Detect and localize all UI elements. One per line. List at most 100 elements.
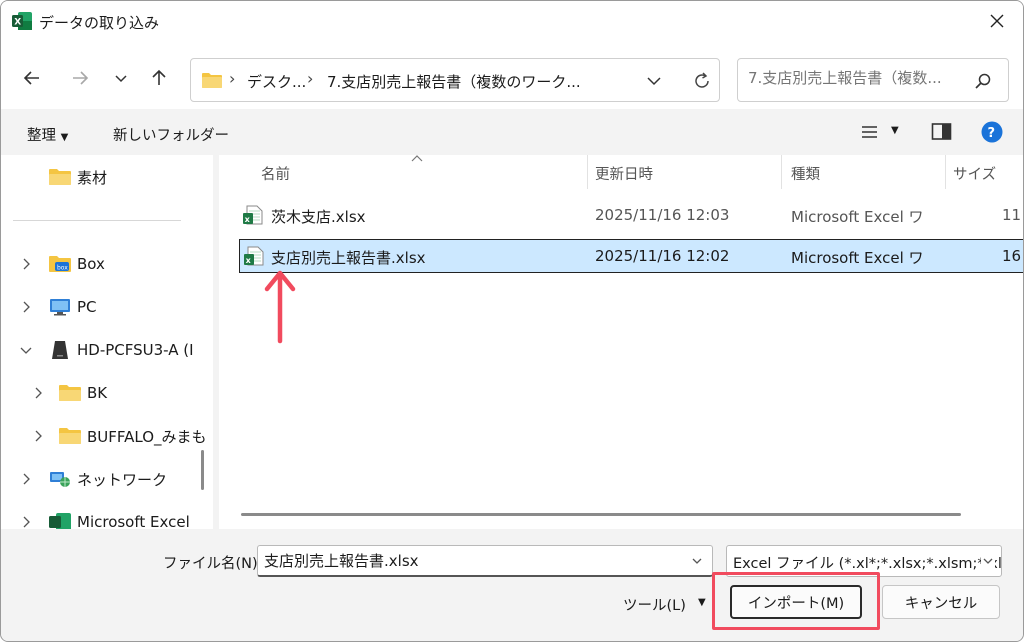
svg-text:X: X (14, 18, 21, 28)
title-bar: X データの取り込み (1, 1, 1023, 43)
chevron-right-icon[interactable] (31, 386, 45, 400)
search-icon[interactable] (974, 72, 992, 90)
sidebar-item-pc[interactable]: PC (1, 287, 213, 327)
chevron-down-icon (115, 75, 127, 83)
sidebar-item-network[interactable]: ネットワーク (1, 459, 213, 499)
svg-text:x: x (246, 256, 252, 265)
excel-icon: X (12, 12, 32, 30)
navigation-pane: 素材 box Box PC HD-PCFSU3-A (I BK BUFFALO_… (1, 155, 213, 529)
chevron-right-icon[interactable] (19, 257, 33, 271)
search-box[interactable] (737, 58, 1009, 102)
sidebar-item-label: HD-PCFSU3-A (I (77, 341, 194, 359)
sidebar-item-drive[interactable]: HD-PCFSU3-A (I (1, 330, 213, 370)
filename-field[interactable] (257, 545, 713, 577)
file-size: 16 (1002, 247, 1022, 265)
caret-down-icon[interactable]: ▼ (698, 597, 706, 608)
sidebar-item-label: BK (87, 384, 108, 402)
new-folder-button[interactable]: 新しいフォルダー (113, 124, 229, 145)
sidebar-item-label: Microsoft Excel (77, 513, 190, 529)
file-dialog: X データの取り込み › デスク... › 7.支店別売上報告書（複数のワーク.… (0, 0, 1024, 642)
column-divider[interactable] (587, 155, 588, 189)
organize-menu[interactable]: 整理 ▼ (27, 124, 68, 145)
column-header-modified[interactable]: 更新日時 (595, 163, 653, 184)
view-list-icon[interactable] (860, 122, 880, 142)
column-divider[interactable] (781, 155, 782, 189)
file-modified: 2025/11/16 12:03 (595, 206, 730, 224)
breadcrumb-current-folder[interactable]: 7.支店別売上報告書（複数のワーク... (327, 71, 581, 92)
filename-input[interactable] (264, 551, 684, 569)
chevron-right-icon[interactable] (19, 300, 33, 314)
recent-locations-button[interactable] (108, 65, 134, 91)
preview-pane-icon[interactable] (931, 122, 953, 142)
up-button[interactable] (146, 65, 172, 91)
refresh-icon[interactable] (691, 70, 713, 92)
filename-label: ファイル名(N): (163, 556, 263, 572)
arrow-left-icon (23, 71, 39, 85)
sidebar-item-sozai[interactable]: 素材 (1, 157, 213, 197)
sidebar-item-label: ネットワーク (77, 470, 168, 489)
folder-icon (59, 385, 81, 401)
column-header-type[interactable]: 種類 (791, 163, 820, 184)
folder-icon (202, 73, 222, 88)
sidebar-item-box[interactable]: box Box (1, 244, 213, 284)
arrow-right-icon (73, 71, 89, 85)
chevron-right-icon[interactable] (19, 515, 33, 529)
file-name: 支店別売上報告書.xlsx (271, 249, 426, 267)
view-options-caret-icon[interactable]: ▼ (891, 125, 899, 136)
chevron-right-icon[interactable] (19, 472, 33, 486)
network-icon (50, 472, 70, 487)
file-name: 茨木支店.xlsx (271, 208, 366, 226)
sidebar-item-buffalo[interactable]: BUFFALO_みまも (1, 416, 213, 456)
navigation-bar: › デスク... › 7.支店別売上報告書（複数のワーク... (1, 43, 1023, 109)
divider (13, 220, 181, 221)
excel-icon (49, 513, 71, 529)
breadcrumb-desktop[interactable]: デスク... (247, 71, 306, 92)
close-button[interactable] (979, 5, 1015, 37)
file-row-selected[interactable]: x 支店別売上報告書.xlsx 2025/11/16 12:02 Microso… (239, 239, 1023, 273)
sort-ascending-icon (411, 155, 423, 162)
tools-menu[interactable]: ツール(L) (623, 594, 686, 615)
chevron-down-icon[interactable] (19, 343, 33, 357)
chevron-right-icon: › (307, 69, 314, 88)
chevron-down-icon[interactable] (690, 554, 704, 568)
annotation-arrow-up-icon (264, 270, 296, 344)
back-button[interactable] (19, 65, 45, 91)
sidebar-scrollbar[interactable] (201, 450, 204, 490)
chevron-down-icon[interactable] (981, 554, 995, 568)
annotation-highlight-box (712, 572, 880, 630)
file-modified: 2025/11/16 12:02 (595, 247, 730, 265)
excel-file-icon: x (244, 246, 264, 266)
file-type-filter-value: Excel ファイル (*.xl*;*.xlsx;*.xlsm;*.xls (733, 556, 1002, 572)
horizontal-scrollbar[interactable] (241, 513, 961, 516)
search-input[interactable] (748, 69, 968, 87)
svg-text:?: ? (988, 126, 996, 141)
column-divider[interactable] (945, 155, 946, 189)
command-bar: 整理 ▼ 新しいフォルダー ▼ ? (1, 109, 1023, 155)
file-size: 11 (1002, 206, 1022, 224)
caret-down-icon: ▼ (60, 132, 69, 143)
column-header-size[interactable]: サイズ (953, 163, 996, 184)
svg-text:x: x (245, 215, 251, 224)
organize-label: 整理 (27, 128, 56, 144)
folder-icon (49, 169, 71, 185)
sidebar-item-microsoft-excel[interactable]: Microsoft Excel (1, 502, 213, 529)
arrow-up-icon (152, 69, 166, 85)
file-type: Microsoft Excel ワ (791, 249, 924, 267)
chevron-down-icon[interactable] (643, 70, 665, 92)
address-bar[interactable]: › デスク... › 7.支店別売上報告書（複数のワーク... (190, 58, 720, 102)
sidebar-item-label: PC (77, 298, 97, 316)
folder-icon (59, 428, 81, 444)
excel-file-icon: x (243, 205, 263, 225)
cancel-button[interactable]: キャンセル (882, 585, 1000, 619)
box-icon: box (49, 256, 71, 272)
chevron-right-icon: › (229, 69, 236, 88)
file-row[interactable]: x 茨木支店.xlsx 2025/11/16 12:03 Microsoft E… (239, 199, 1023, 233)
svg-text:box: box (57, 265, 68, 272)
close-icon (990, 14, 1004, 28)
drive-icon (52, 341, 68, 359)
forward-button[interactable] (67, 65, 93, 91)
sidebar-item-bk[interactable]: BK (1, 373, 213, 413)
chevron-right-icon[interactable] (31, 429, 45, 443)
help-icon[interactable]: ? (981, 121, 1003, 143)
column-header-name[interactable]: 名前 (261, 163, 290, 184)
